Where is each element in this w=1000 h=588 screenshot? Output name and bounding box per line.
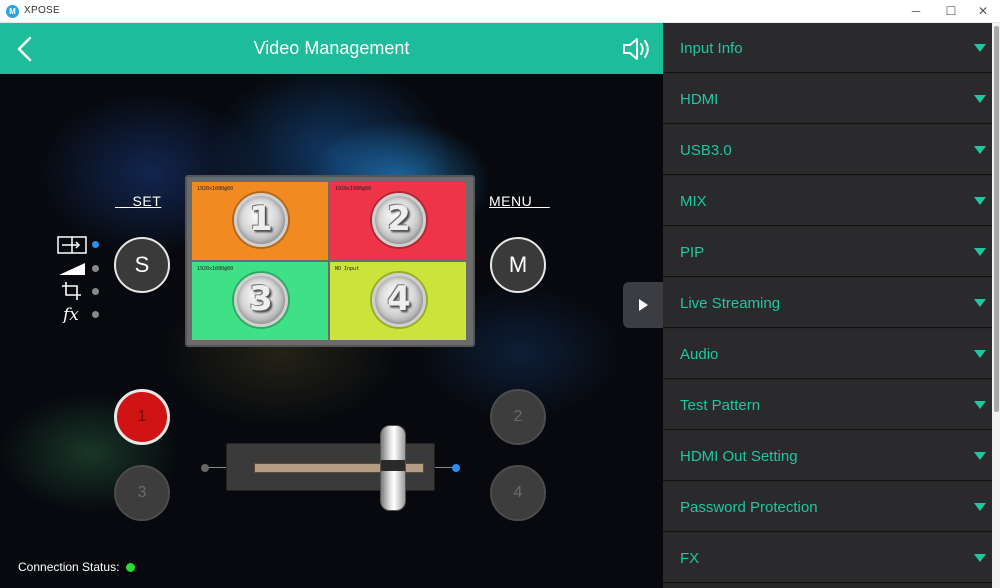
mode-dot-layout[interactable] [92,241,99,248]
mode-dot-fx[interactable] [92,311,99,318]
mode-dot-crop[interactable] [92,288,99,295]
play-arrow-icon [639,299,648,311]
fade-ramp-icon[interactable] [57,259,87,277]
menu-item-password-protection[interactable]: Password Protection [663,482,994,532]
quad-number-badge: 2 [372,193,426,247]
caret-down-icon [974,401,986,409]
settings-menu-panel: Input Info HDMI USB3.0 MIX PIP Live Stre… [663,23,1000,588]
source-button-4[interactable]: 4 [490,465,546,521]
caret-down-icon [974,197,986,205]
menu-item-label: FX [680,550,700,567]
menu-item-hdmi-out-setting[interactable]: HDMI Out Setting [663,431,994,481]
set-button[interactable]: S [114,237,170,293]
menu-item-label: USB3.0 [680,142,732,159]
handle-grip [381,460,405,471]
menu-item-input-info[interactable]: Input Info [663,23,994,73]
quad-resolution: 1920x1080@60 [197,266,234,272]
caret-down-icon [974,95,986,103]
crop-icon[interactable] [57,282,87,300]
menu-item-label: PIP [680,244,705,261]
menu-item-label: HDMI [680,91,719,108]
quad-resolution: 1920x1080@60 [197,186,234,192]
menu-label: MENU [489,193,550,209]
speaker-icon[interactable] [621,35,653,63]
menu-item-live-streaming[interactable]: Live Streaming [663,278,994,328]
preview-quad-2[interactable]: 1920x1080@60 2 [330,182,466,260]
caret-down-icon [974,146,986,154]
menu-item-fx[interactable]: FX [663,533,994,583]
menu-item-label: Audio [680,346,719,363]
menu-item-label: MIX [680,193,707,210]
quad-number-badge: 1 [234,193,288,247]
menu-item-test-pattern[interactable]: Test Pattern [663,380,994,430]
menu-item-label: Input Info [680,40,743,57]
source-button-2[interactable]: 2 [490,389,546,445]
minimize-button[interactable]: ─ [896,0,936,23]
window-titlebar: M XPOSE ─ ☐ ✕ [0,0,1000,23]
menu-item-audio[interactable]: Audio [663,329,994,379]
menu-item-pip[interactable]: PIP [663,227,994,277]
expand-panel-button[interactable] [623,282,663,328]
menu-item-label: Password Protection [680,499,818,516]
tbar-endpoint-b [452,464,460,472]
app-logo-icon: M [6,5,19,18]
connection-status-indicator [126,563,135,572]
layout-switch-icon[interactable] [57,236,87,254]
quad-resolution: 1920x1080@60 [335,186,372,192]
header-bar: Video Management [0,23,663,74]
menu-scrollbar-thumb[interactable] [994,26,999,412]
multiview-preview: 1920x1080@60 1 1920x1080@60 2 1920x1080@… [185,175,475,347]
transition-handle[interactable] [380,425,406,511]
source-button-1[interactable]: 1 [114,389,170,445]
video-management-panel: Video Management SET MENU S M fx 1920x10… [0,23,663,588]
mode-dot-fade[interactable] [92,265,99,272]
caret-down-icon [974,44,986,52]
quad-number-badge: 4 [372,273,426,327]
source-button-3[interactable]: 3 [114,465,170,521]
menu-item-mix[interactable]: MIX [663,176,994,226]
menu-item-label: Live Streaming [680,295,781,312]
preview-quad-4[interactable]: NO Input 4 [330,262,466,340]
menu-button[interactable]: M [490,237,546,293]
set-label: SET [115,193,162,209]
preview-quad-1[interactable]: 1920x1080@60 1 [192,182,328,260]
quad-number-badge: 3 [234,273,288,327]
menu-item-label: Test Pattern [680,397,761,414]
caret-down-icon [974,554,986,562]
menu-item-label: HDMI Out Setting [680,448,798,465]
caret-down-icon [974,350,986,358]
window-title: XPOSE [24,5,60,16]
connection-status-label: Connection Status: [18,560,120,574]
tbar-endpoint-a [201,464,209,472]
menu-item-usb[interactable]: USB3.0 [663,125,994,175]
caret-down-icon [974,503,986,511]
caret-down-icon [974,299,986,307]
quad-resolution: NO Input [335,266,360,272]
menu-item-hdmi[interactable]: HDMI [663,74,994,124]
caret-down-icon [974,248,986,256]
svg-text:fx: fx [61,305,79,323]
close-button[interactable]: ✕ [963,0,1000,23]
page-title: Video Management [253,38,410,58]
caret-down-icon [974,452,986,460]
fx-icon[interactable]: fx [57,305,87,323]
preview-quad-3[interactable]: 1920x1080@60 3 [192,262,328,340]
